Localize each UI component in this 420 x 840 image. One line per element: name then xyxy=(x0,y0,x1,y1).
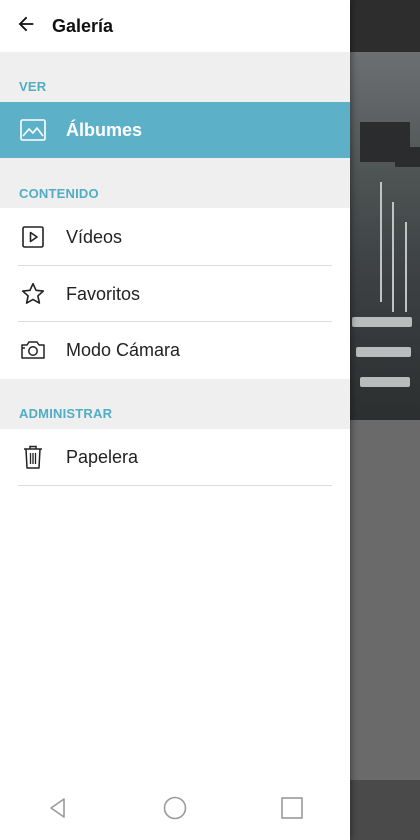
recents-square-icon xyxy=(280,796,304,825)
section-header-administrar: ADMINISTRAR xyxy=(0,379,350,429)
drawer-item-label: Modo Cámara xyxy=(66,339,181,360)
star-icon xyxy=(18,279,48,309)
video-play-icon xyxy=(18,222,48,252)
drawer-item-label: Papelera xyxy=(66,446,139,467)
drawer-item-label: Favoritos xyxy=(66,283,141,304)
image-icon xyxy=(18,115,48,145)
drawer-title: Galería xyxy=(52,15,114,36)
camera-icon xyxy=(18,335,48,365)
home-circle-icon xyxy=(162,795,188,826)
section-header-contenido: CONTENIDO xyxy=(0,158,350,208)
back-button[interactable] xyxy=(0,0,52,52)
arrow-left-icon xyxy=(15,13,37,40)
drawer-item-favorites[interactable]: Favoritos xyxy=(0,266,350,322)
nav-back-button[interactable] xyxy=(38,790,78,830)
drawer-item-videos[interactable]: Vídeos xyxy=(0,209,350,265)
drawer-item-trash[interactable]: Papelera xyxy=(0,429,350,485)
nav-home-button[interactable] xyxy=(155,790,195,830)
section-label-administrar: ADMINISTRAR xyxy=(19,406,113,421)
drawer-header: Galería xyxy=(0,0,350,52)
section-label-ver: VER xyxy=(19,79,47,94)
system-navigation-bar xyxy=(0,780,350,840)
navigation-drawer: Galería VER Álbumes CONTENIDO Vídeos Fav… xyxy=(0,0,350,840)
back-triangle-icon xyxy=(46,796,70,825)
section-header-ver: VER xyxy=(0,52,350,102)
trash-icon xyxy=(18,442,48,472)
drawer-item-label: Vídeos xyxy=(66,226,123,247)
drawer-item-label: Álbumes xyxy=(66,119,143,140)
section-label-contenido: CONTENIDO xyxy=(19,186,99,201)
divider xyxy=(18,485,332,486)
drawer-item-camera-mode[interactable]: Modo Cámara xyxy=(0,322,350,378)
nav-recents-button[interactable] xyxy=(272,790,312,830)
drawer-item-albums[interactable]: Álbumes xyxy=(0,102,350,158)
